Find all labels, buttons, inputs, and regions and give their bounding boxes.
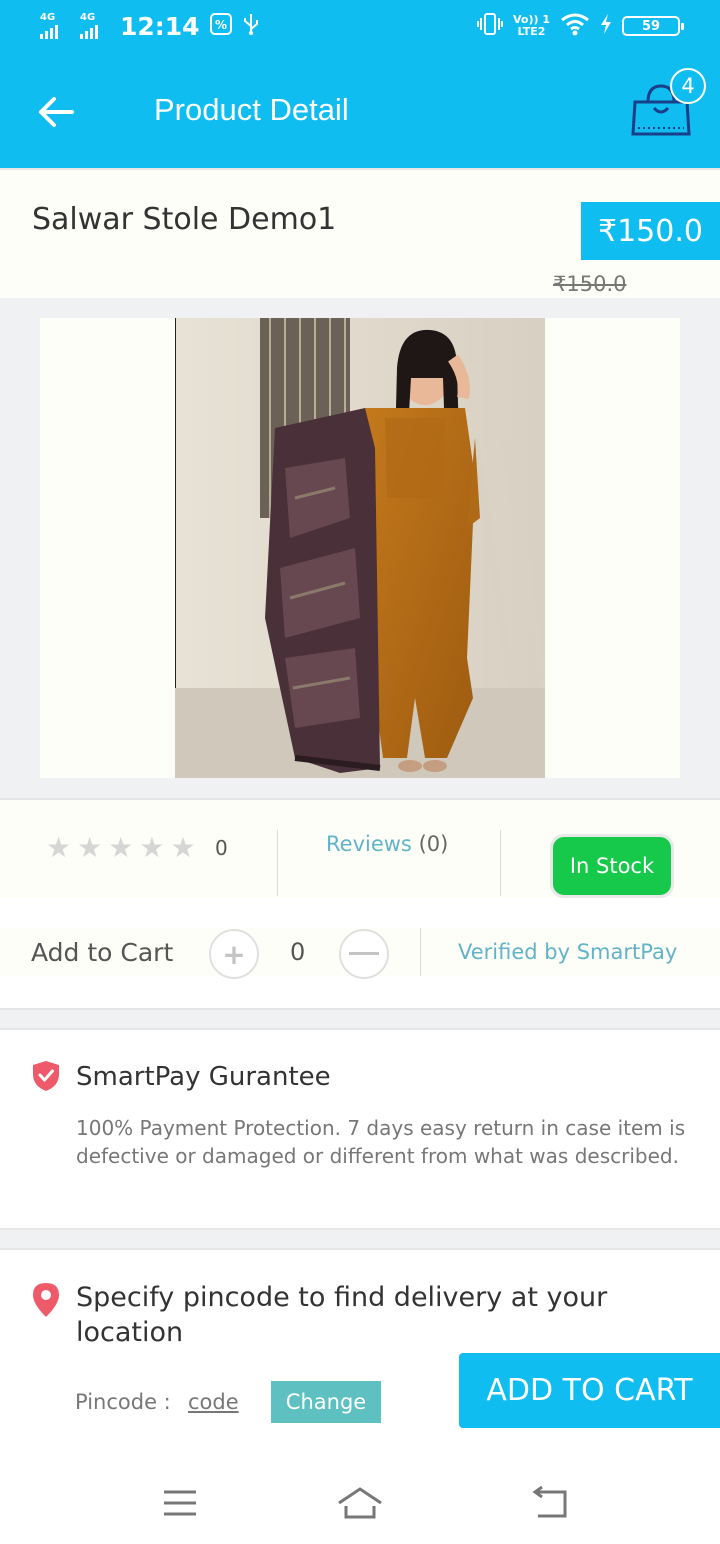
increase-quantity-button[interactable]: + bbox=[209, 929, 259, 979]
reviews-link[interactable]: Reviews (0) bbox=[326, 832, 448, 856]
clock: 12:14 bbox=[120, 12, 200, 41]
signal-icon-2: 4G bbox=[80, 11, 110, 41]
product-image-area bbox=[0, 298, 720, 798]
signal-icon: 4G bbox=[40, 11, 70, 41]
product-photo bbox=[175, 318, 545, 778]
usb-data-icon: % bbox=[209, 13, 232, 40]
battery-level: 59 bbox=[641, 18, 661, 34]
guarantee-text: 100% Payment Protection. 7 days easy ret… bbox=[76, 1116, 686, 1168]
delivery-title: Specify pincode to find delivery at your… bbox=[76, 1282, 608, 1348]
pincode-value[interactable]: code bbox=[188, 1390, 239, 1414]
pincode-label: Pincode : bbox=[75, 1390, 171, 1414]
reviews-label: Reviews bbox=[326, 832, 412, 856]
product-header: Salwar Stole Demo1 ₹150.0 ₹150.0 bbox=[0, 168, 720, 298]
price-badge: ₹150.0 bbox=[581, 202, 720, 260]
divider bbox=[277, 830, 278, 896]
quantity-value: 0 bbox=[290, 938, 306, 966]
divider bbox=[500, 830, 501, 896]
shield-check-icon bbox=[33, 1061, 59, 1091]
wifi-icon bbox=[560, 12, 590, 40]
location-pin-icon bbox=[33, 1283, 59, 1317]
back-icon[interactable] bbox=[530, 1486, 568, 1520]
lte-label: LTE2 bbox=[517, 25, 546, 38]
rating-stock-row: ★ ★ ★ ★ ★ 0 Reviews (0) In Stock bbox=[0, 798, 720, 898]
original-price: ₹150.0 bbox=[553, 272, 627, 296]
status-left: 4G 4G 12:14 % bbox=[40, 12, 260, 41]
star-icon: ★ bbox=[170, 831, 196, 864]
home-icon[interactable] bbox=[336, 1486, 384, 1520]
guarantee-section: SmartPay Gurantee 100% Payment Protectio… bbox=[0, 1030, 720, 1228]
section-gap bbox=[0, 1228, 720, 1250]
product-image-card[interactable] bbox=[40, 318, 680, 778]
decrease-quantity-button[interactable] bbox=[339, 929, 389, 979]
back-arrow-icon[interactable] bbox=[36, 92, 76, 132]
star-icon: ★ bbox=[46, 831, 72, 864]
star-icon: ★ bbox=[139, 831, 165, 864]
quantity-row: Add to Cart + 0 Verified by SmartPay bbox=[0, 898, 720, 1008]
guarantee-title: SmartPay Gurantee bbox=[76, 1062, 331, 1092]
status-bar: 4G 4G 12:14 % Vo)) 1 LTE2 59 bbox=[0, 0, 720, 56]
stock-status-badge: In Stock bbox=[550, 834, 674, 898]
product-name: Salwar Stole Demo1 bbox=[32, 202, 337, 237]
battery-icon: 59 bbox=[622, 16, 684, 36]
section-gap bbox=[0, 1008, 720, 1030]
star-icon: ★ bbox=[108, 831, 134, 864]
change-pincode-button[interactable]: Change bbox=[271, 1381, 381, 1423]
rating-count: 0 bbox=[215, 836, 228, 860]
menu-icon[interactable] bbox=[162, 1488, 198, 1518]
add-to-cart-button[interactable]: ADD TO CART bbox=[459, 1353, 720, 1428]
svg-text:%: % bbox=[215, 18, 227, 32]
page-title: Product Detail bbox=[154, 92, 349, 127]
minus-icon bbox=[349, 952, 379, 955]
star-icon: ★ bbox=[77, 831, 103, 864]
plus-icon: + bbox=[222, 937, 246, 971]
app-bar: Product Detail 4 bbox=[0, 56, 720, 168]
reviews-count: (0) bbox=[418, 832, 449, 856]
rating-stars: ★ ★ ★ ★ ★ bbox=[46, 834, 196, 862]
system-nav-bar bbox=[0, 1450, 720, 1544]
usb-icon bbox=[242, 12, 260, 41]
status-right: Vo)) 1 LTE2 59 bbox=[476, 12, 684, 40]
cart-count-badge: 4 bbox=[670, 68, 706, 104]
divider bbox=[420, 928, 421, 976]
add-to-cart-label: Add to Cart bbox=[31, 938, 174, 967]
vibrate-icon bbox=[476, 12, 503, 40]
network-type-2: 4G bbox=[80, 11, 96, 23]
volte-indicator: Vo)) 1 LTE2 bbox=[513, 14, 550, 38]
charging-icon bbox=[600, 13, 612, 39]
network-type-1: 4G bbox=[40, 11, 56, 23]
verified-label: Verified by SmartPay bbox=[458, 940, 678, 964]
cart-button[interactable]: 4 bbox=[626, 68, 710, 144]
